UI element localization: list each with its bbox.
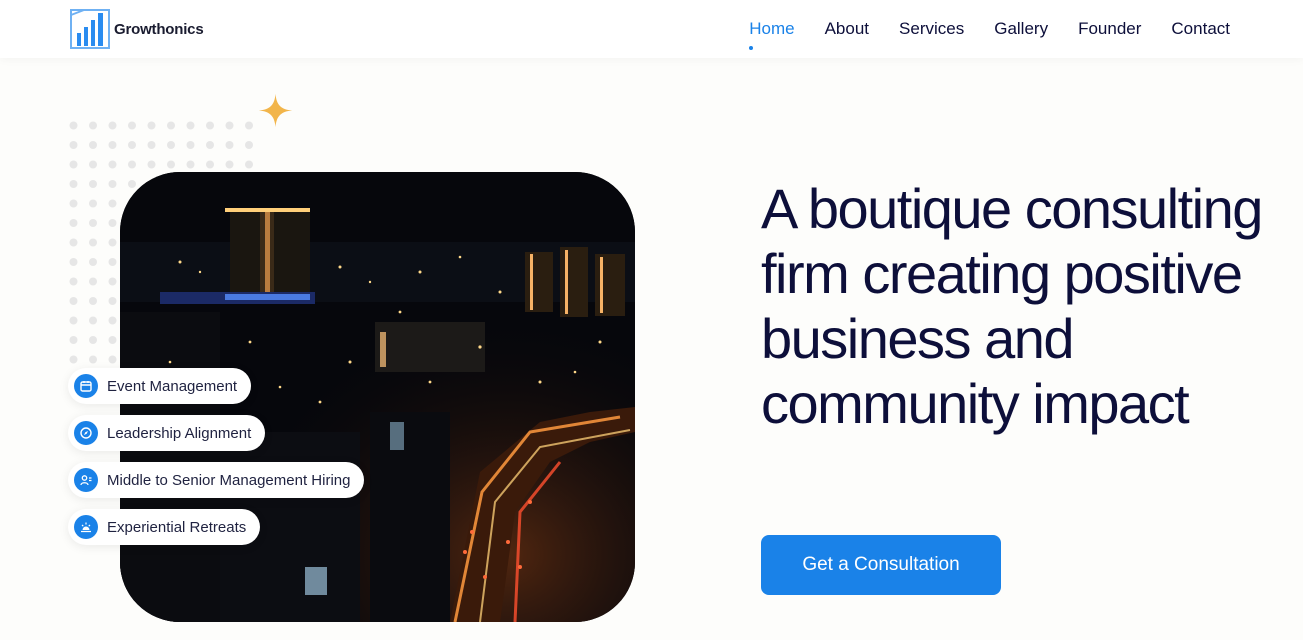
site-header: Growthonics Home About Services Gallery … [0,0,1303,58]
calendar-icon [74,374,98,398]
bar-chart-icon [70,9,110,49]
nav-home[interactable]: Home [749,18,795,50]
service-chip-label: Middle to Senior Management Hiring [107,471,351,489]
main-nav: Home About Services Gallery Founder Cont… [749,18,1230,50]
sparkle-icon [258,93,293,128]
get-consultation-button[interactable]: Get a Consultation [761,535,1001,595]
nav-founder-label: Founder [1078,19,1142,38]
nav-about[interactable]: About [825,18,869,40]
service-chip-label: Event Management [107,377,238,395]
brand-logo[interactable]: Growthonics [70,9,204,49]
nav-about-label: About [824,19,870,38]
user-badge-icon [74,468,98,492]
service-chip-event-management[interactable]: Event Management [68,368,252,404]
active-indicator [749,46,754,50]
hero-headline: A boutique consulting firm creating posi… [761,177,1263,435]
nav-services-label: Services [899,19,965,38]
service-chip-management-hiring[interactable]: Middle to Senior Management Hiring [68,462,365,498]
nav-services[interactable]: Services [899,18,964,40]
compass-icon [74,421,98,445]
nav-gallery[interactable]: Gallery [994,18,1048,40]
service-chip-label: Experiential Retreats [107,518,247,536]
nav-contact[interactable]: Contact [1171,18,1230,40]
nav-founder[interactable]: Founder [1078,18,1141,40]
sunrise-icon [74,515,98,539]
service-chip-label: Leadership Alignment [107,424,252,442]
nav-gallery-label: Gallery [994,19,1049,38]
service-chip-leadership-alignment[interactable]: Leadership Alignment [68,415,266,451]
nav-home-label: Home [749,19,795,38]
nav-contact-label: Contact [1171,19,1230,38]
service-chip-experiential-retreats[interactable]: Experiential Retreats [68,509,261,545]
brand-name: Growthonics [114,20,204,38]
